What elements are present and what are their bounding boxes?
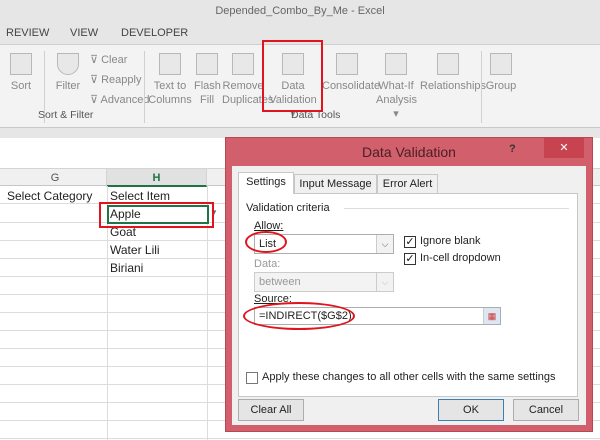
range-select-icon[interactable]: ▦ [483, 308, 500, 324]
cell-h4[interactable]: Water Lili [110, 241, 160, 259]
tab-error-alert[interactable]: Error Alert [377, 174, 438, 194]
advanced-button[interactable]: ⊽ Advanced [90, 93, 149, 106]
in-cell-dropdown-checkbox[interactable]: ✓ [404, 253, 416, 265]
group-icon [490, 53, 512, 75]
relationships-icon [437, 53, 459, 75]
chevron-down-icon: ⌵ [376, 273, 393, 291]
clear-button[interactable]: ⊽ Clear [90, 53, 127, 66]
clear-label: Clear [101, 54, 128, 66]
label: Remove [222, 80, 264, 92]
sort-label: Sort [10, 80, 32, 92]
label: Relationships [420, 80, 487, 92]
cancel-button[interactable]: Cancel [513, 399, 579, 421]
label: Group [485, 80, 517, 92]
clear-all-button[interactable]: Clear All [238, 399, 304, 421]
annotation-box-data-validation [262, 40, 323, 112]
close-button[interactable]: ✕ [544, 138, 584, 158]
label: Analysis [376, 94, 417, 106]
group-button[interactable]: Group [484, 53, 518, 93]
relationships-button[interactable]: Relationships [420, 53, 486, 93]
label: Columns [148, 94, 192, 106]
label: Consolidate [322, 80, 381, 92]
tab-settings[interactable]: Settings [238, 172, 294, 194]
data-select: between ⌵ [254, 272, 394, 292]
data-validation-dialog: Data Validation ? ✕ Settings Input Messa… [225, 137, 593, 432]
apply-all-label: Apply these changes to all other cells w… [262, 371, 556, 383]
what-if-button[interactable]: What-If Analysis ▾ [376, 53, 417, 121]
ok-button[interactable]: OK [438, 399, 504, 421]
reapply-label: Reapply [101, 74, 142, 86]
tab-input-message[interactable]: Input Message [294, 174, 377, 194]
what-if-icon [385, 53, 407, 75]
text-to-columns-button[interactable]: Text to Columns [148, 53, 192, 107]
tab-review[interactable]: REVIEW [6, 27, 49, 39]
tab-view[interactable]: VIEW [70, 27, 98, 39]
annotation-ellipse-list [245, 231, 287, 253]
label: What-If [378, 80, 414, 92]
text-to-columns-icon [159, 53, 181, 75]
apply-all-checkbox[interactable] [246, 372, 258, 384]
ignore-blank-label: Ignore blank [420, 235, 481, 247]
data-value: between [259, 276, 301, 288]
filter-button[interactable]: Filter [52, 53, 84, 93]
cell-h5[interactable]: Biriani [110, 259, 143, 277]
chevron-down-icon: ⌵ [376, 235, 393, 253]
label: Text to [153, 80, 187, 92]
flash-fill-icon [196, 53, 218, 75]
help-button[interactable]: ? [509, 143, 516, 155]
window-title: Depended_Combo_By_Me - Excel [0, 0, 600, 22]
tab-developer[interactable]: DEVELOPER [121, 27, 188, 39]
remove-duplicates-icon [232, 53, 254, 75]
consolidate-icon [336, 53, 358, 75]
column-header-g[interactable]: G [4, 169, 107, 187]
sort-az-icon [10, 53, 32, 75]
filter-icon [57, 53, 79, 75]
consolidate-button[interactable]: Consolidate [322, 53, 380, 93]
settings-panel: Validation criteria Allow: List ⌵ ✓ Ignor… [238, 193, 578, 397]
validation-criteria-label: Validation criteria [246, 202, 330, 214]
filter-label: Filter [55, 80, 81, 92]
dialog-title: Data Validation [362, 144, 456, 160]
sort-button[interactable]: Sort [6, 53, 36, 93]
label: Fill [199, 94, 215, 106]
advanced-label: Advanced [100, 94, 150, 106]
remove-duplicates-button[interactable]: Remove Duplicates [222, 53, 273, 107]
annotation-box-apple [99, 202, 214, 228]
column-header-h[interactable]: H [107, 169, 207, 187]
ignore-blank-checkbox[interactable]: ✓ [404, 236, 416, 248]
cell-g1[interactable]: Select Category [7, 187, 92, 205]
in-cell-dropdown-label: In-cell dropdown [420, 252, 501, 264]
label: Flash [194, 80, 221, 92]
reapply-button[interactable]: ⊽ Reapply [90, 73, 141, 86]
data-label: Data: [254, 258, 281, 270]
sort-filter-group-label: Sort & Filter [38, 109, 94, 121]
annotation-ellipse-source [243, 302, 355, 330]
flash-fill-button[interactable]: Flash Fill [194, 53, 221, 107]
